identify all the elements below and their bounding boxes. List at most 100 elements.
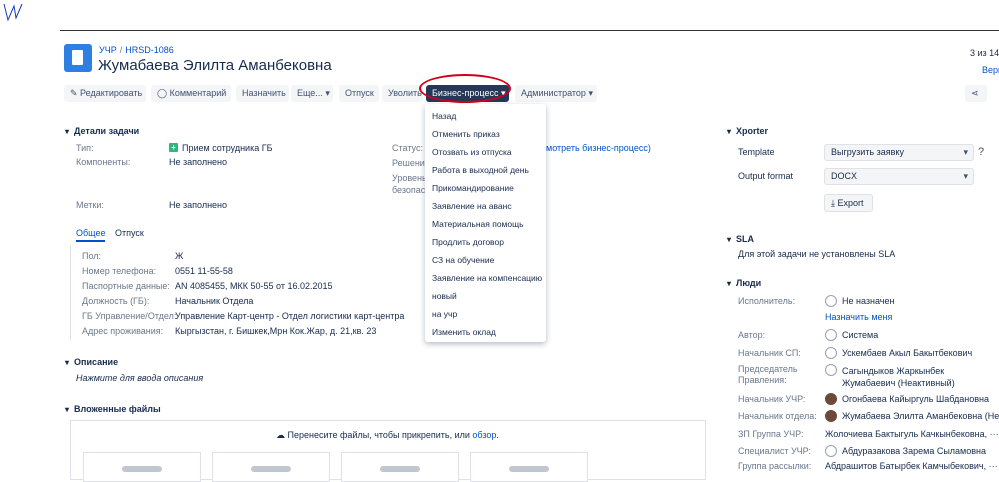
- attachment-thumbnail[interactable]: [341, 452, 459, 482]
- export-button[interactable]: ⤓ Export: [824, 194, 873, 212]
- more-button[interactable]: Еще... ▾: [291, 85, 333, 102]
- menu-item[interactable]: СЗ на обучение: [432, 255, 494, 265]
- field-value: Управление Карт-центр - Отдел логистики …: [175, 311, 405, 321]
- person-value[interactable]: Сагындыков Жаркынбек Жумабаевич (Неактив…: [842, 365, 992, 389]
- type-label: Тип:: [76, 143, 94, 153]
- menu-item[interactable]: Отозвать из отпуска: [432, 147, 512, 157]
- breadcrumb: УЧР / HRSD-1086: [99, 45, 174, 55]
- menu-item[interactable]: Продлить договор: [432, 237, 504, 247]
- pencil-icon: ✎: [70, 88, 81, 98]
- issue-counter: 3 из 14(: [970, 48, 999, 58]
- field-value: Кыргызстан, г. Бишкек,Мрн Кок.Жар, д. 21…: [175, 326, 377, 336]
- attachment-thumbnail[interactable]: [212, 452, 330, 482]
- chevron-down-icon: ▾: [963, 171, 968, 181]
- format-select[interactable]: DOCX ▾: [824, 168, 974, 185]
- details-header[interactable]: Детали задачи: [65, 126, 139, 136]
- person-label: ЗП Группа УЧР:: [738, 429, 804, 439]
- components-value: Не заполнено: [169, 157, 228, 167]
- handwritten-mark: [3, 3, 23, 22]
- format-label: Output format: [738, 171, 794, 181]
- description-header[interactable]: Описание: [65, 357, 118, 367]
- person-label: Группа рассылки:: [738, 461, 812, 471]
- person-value[interactable]: Огонбаева Кайыргуль Шабдановна: [842, 394, 989, 404]
- menu-item[interactable]: Отменить приказ: [432, 129, 500, 139]
- more-people-link[interactable]: ··· (1): [990, 429, 999, 439]
- leave-button[interactable]: Отпуск: [339, 85, 379, 102]
- labels-value: Не заполнено: [169, 200, 228, 210]
- avatar: [825, 364, 837, 376]
- assign-to-me-link[interactable]: Назначить меня: [825, 312, 892, 322]
- person-value[interactable]: Абдрашитов Батырбек Камчыбекович, ··· (2: [825, 461, 999, 471]
- field-label: Номер телефона:: [82, 266, 157, 276]
- edit-button[interactable]: ✎ Редактировать: [64, 85, 146, 102]
- template-select[interactable]: Выгрузить заявку ▾: [824, 144, 974, 161]
- menu-item[interactable]: Прикомандирование: [432, 183, 514, 193]
- field-value: Начальник Отдела: [175, 296, 254, 306]
- field-label: Адрес проживания:: [82, 326, 164, 336]
- sla-text: Для этой задачи не установлены SLA: [738, 249, 896, 259]
- comment-button[interactable]: ◯ Комментарий: [151, 85, 231, 102]
- attachment-thumbnail[interactable]: [83, 452, 201, 482]
- assignee-value: Не назначен: [842, 296, 895, 306]
- menu-item[interactable]: Заявление на аванс: [432, 201, 512, 211]
- project-icon: [64, 44, 92, 72]
- menu-item[interactable]: Заявление на компенсацию: [432, 273, 542, 283]
- help-icon[interactable]: ?: [978, 146, 984, 158]
- back-link[interactable]: Верн: [982, 65, 999, 75]
- person-value[interactable]: Жолочиева Бактыгуль Качкынбековна, ··· (…: [825, 429, 999, 439]
- menu-item[interactable]: Изменить оклад: [432, 327, 496, 337]
- field-label: Паспортные данные:: [82, 281, 170, 291]
- attachments-header[interactable]: Вложенные файлы: [65, 404, 161, 414]
- browse-link[interactable]: обзор.: [472, 430, 499, 440]
- person-value[interactable]: Жумабаева Элилта Аманбековна (Неакт: [842, 411, 999, 421]
- sla-header[interactable]: SLA: [727, 234, 754, 244]
- avatar: [825, 329, 837, 341]
- person-value: Система: [842, 330, 879, 340]
- breadcrumb-issue[interactable]: HRSD-1086: [125, 45, 174, 55]
- avatar: [825, 410, 837, 422]
- components-label: Компоненты:: [76, 157, 131, 167]
- person-value[interactable]: Абдуразакова Зарема Сыламовна: [842, 446, 986, 456]
- description-placeholder[interactable]: Нажмите для ввода описания: [76, 373, 203, 383]
- person-label: Начальник отдела:: [738, 411, 817, 421]
- chevron-down-icon: ▾: [322, 88, 330, 98]
- breadcrumb-project[interactable]: УЧР: [99, 45, 117, 55]
- share-icon: ⋖: [971, 88, 979, 98]
- admin-button[interactable]: Администратор ▾: [515, 85, 597, 102]
- cloud-upload-icon: ☁: [276, 430, 288, 440]
- comment-icon: ◯: [157, 88, 170, 98]
- menu-item[interactable]: Назад: [432, 111, 456, 121]
- assignee-label: Исполнитель:: [738, 296, 796, 306]
- people-header[interactable]: Люди: [727, 278, 761, 288]
- avatar: [825, 393, 837, 405]
- more-people-link[interactable]: ··· (2: [989, 461, 999, 471]
- business-process-menu: Назад Отменить приказ Отозвать из отпуск…: [425, 104, 546, 342]
- chevron-down-icon: ▾: [585, 88, 593, 98]
- person-label: Начальник УЧР:: [738, 394, 806, 404]
- person-value[interactable]: Ускембаев Акыл Бакытбекович: [842, 348, 972, 358]
- template-label: Template: [738, 147, 775, 157]
- person-label: Автор:: [738, 330, 766, 340]
- avatar: [825, 347, 837, 359]
- xporter-header[interactable]: Xporter: [727, 126, 768, 136]
- dismiss-button[interactable]: Уволить: [382, 85, 423, 102]
- menu-item[interactable]: Работа в выходной день: [432, 165, 529, 175]
- chevron-down-icon: ▾: [963, 147, 968, 157]
- tab-leave[interactable]: Отпуск: [115, 228, 144, 238]
- person-label: Специалист УЧР:: [738, 446, 811, 456]
- field-label: Пол:: [82, 251, 102, 261]
- field-value: 0551 11-55-58: [175, 266, 233, 276]
- attachment-thumbnail[interactable]: [470, 452, 588, 482]
- menu-item[interactable]: Материальная помощь: [432, 219, 524, 229]
- assign-button[interactable]: Назначить: [236, 85, 289, 102]
- menu-item[interactable]: на учр: [432, 309, 457, 319]
- avatar: [825, 295, 837, 307]
- tab-general[interactable]: Общее: [76, 228, 106, 242]
- type-value: Прием сотрудника ГБ: [182, 143, 273, 153]
- menu-item[interactable]: новый: [432, 291, 457, 301]
- share-button[interactable]: ⋖: [965, 85, 987, 102]
- status-label: Статус:: [392, 143, 423, 153]
- view-workflow-link[interactable]: мотреть бизнес-процесс): [546, 143, 651, 153]
- highlight-ellipse: [419, 74, 511, 103]
- tab-content-border: [70, 245, 71, 340]
